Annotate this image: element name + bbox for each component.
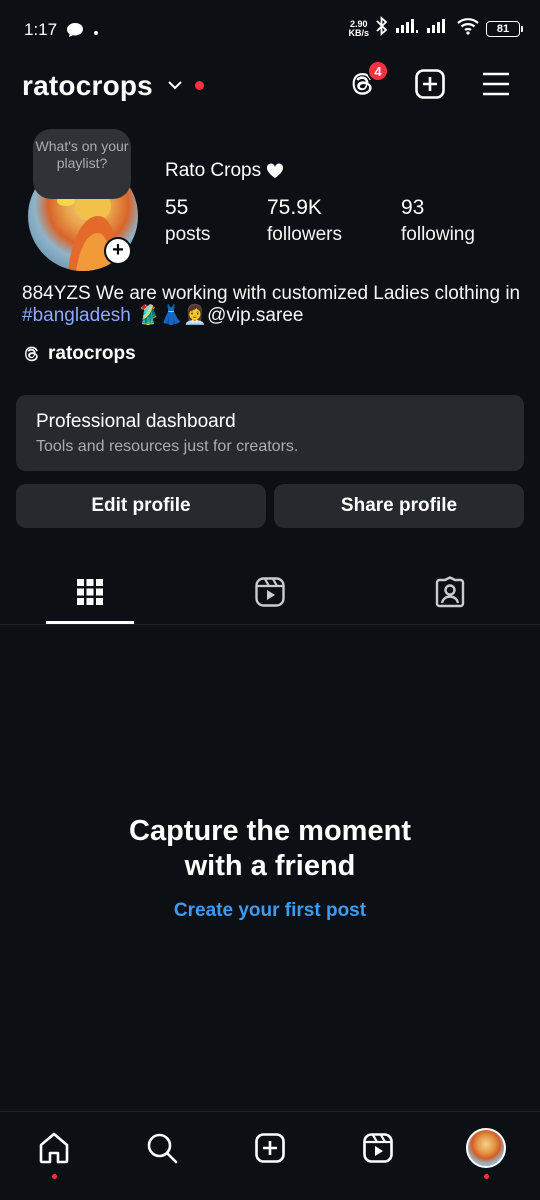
add-story-button[interactable]: + xyxy=(104,237,132,265)
create-first-post-link[interactable]: Create your first post xyxy=(0,900,540,922)
nav-reels[interactable] xyxy=(358,1128,398,1168)
status-time: 1:17 xyxy=(24,20,58,39)
share-profile-button[interactable]: Share profile xyxy=(274,484,524,528)
edit-profile-button[interactable]: Edit profile xyxy=(16,484,266,528)
dashboard-subtitle: Tools and resources just for creators. xyxy=(36,438,299,455)
signal-icon-2 xyxy=(426,18,450,39)
bio-hashtag-link[interactable]: #bangladesh xyxy=(22,305,131,326)
nav-profile[interactable] xyxy=(466,1128,506,1168)
tab-reels[interactable] xyxy=(250,572,290,612)
threads-button[interactable]: 4 xyxy=(345,60,389,102)
tab-tagged[interactable] xyxy=(430,572,470,612)
account-notification-dot xyxy=(195,81,204,90)
plus-icon: + xyxy=(106,239,130,263)
stat-followers[interactable]: 75.9K followers xyxy=(267,196,342,246)
battery-indicator: 81 xyxy=(486,20,523,37)
tab-posts-grid[interactable] xyxy=(70,572,110,612)
dot-indicator-icon xyxy=(94,30,98,35)
tagged-person-icon xyxy=(435,576,465,608)
wifi-icon xyxy=(457,17,479,40)
reels-icon xyxy=(255,577,285,607)
profile-notification-dot xyxy=(484,1174,489,1179)
create-button[interactable] xyxy=(412,66,448,102)
profile-bio: 884YZS We are working with customized La… xyxy=(22,283,521,326)
reels-icon xyxy=(363,1133,393,1163)
plus-square-icon xyxy=(415,69,445,99)
menu-button[interactable] xyxy=(478,66,514,102)
heart-icon xyxy=(267,163,284,178)
account-username[interactable]: ratocrops xyxy=(22,70,153,102)
professional-dashboard-card[interactable]: Professional dashboard Tools and resourc… xyxy=(16,395,524,471)
plus-square-icon xyxy=(255,1133,285,1163)
stat-following[interactable]: 93 following xyxy=(401,196,475,246)
active-tab-indicator xyxy=(46,621,134,624)
threads-badge: 4 xyxy=(367,60,389,82)
note-bubble[interactable]: What's on your playlist? xyxy=(33,129,131,199)
nav-home[interactable] xyxy=(34,1128,74,1168)
profile-screen: 1:17 2.90 KB/s 81 ratocrops 4 What's on … xyxy=(0,0,540,1200)
chat-notification-icon xyxy=(66,22,84,43)
search-icon xyxy=(147,1133,178,1164)
network-speed: 2.90 KB/s xyxy=(348,18,369,38)
bottom-navigation xyxy=(0,1111,540,1200)
grid-icon xyxy=(77,579,103,605)
threads-icon xyxy=(25,346,38,362)
chevron-down-icon[interactable] xyxy=(166,76,184,99)
profile-avatar-icon xyxy=(466,1128,506,1168)
threads-profile-link[interactable]: ratocrops xyxy=(22,343,136,365)
signal-icon xyxy=(395,18,419,39)
dashboard-title: Professional dashboard xyxy=(36,411,236,432)
profile-header: ratocrops 4 xyxy=(0,60,540,112)
stat-posts[interactable]: 55 posts xyxy=(165,196,210,246)
status-bar: 1:17 2.90 KB/s 81 xyxy=(0,0,540,62)
nav-search[interactable] xyxy=(142,1128,182,1168)
hamburger-menu-icon xyxy=(483,72,509,96)
display-name: Rato Crops xyxy=(165,160,284,182)
home-notification-dot xyxy=(52,1174,57,1179)
home-icon xyxy=(39,1132,69,1164)
profile-tabs xyxy=(0,562,540,625)
bluetooth-icon xyxy=(376,15,388,41)
nav-create[interactable] xyxy=(250,1128,290,1168)
empty-state-title: Capture the moment with a friend xyxy=(129,815,411,882)
